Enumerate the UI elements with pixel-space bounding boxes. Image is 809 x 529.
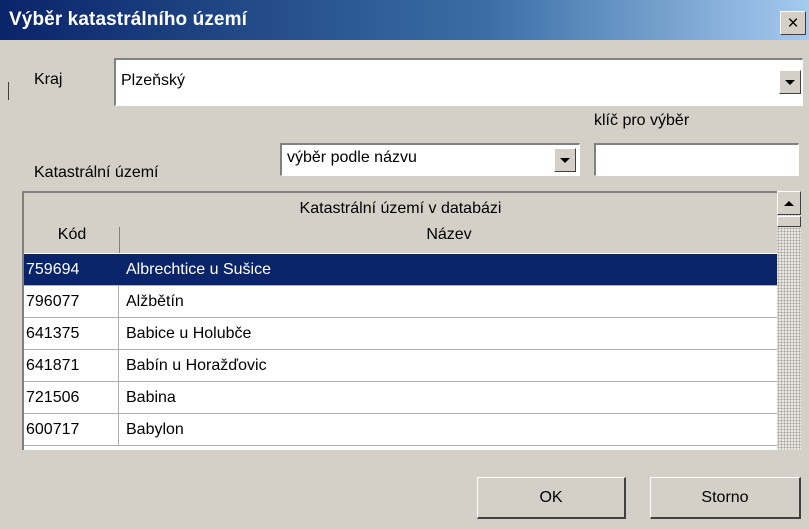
table-row[interactable]: 759694 Albrechtice u Sušice [24, 254, 777, 286]
title-bar: Výběr katastrálního území × [0, 0, 809, 40]
chevron-down-icon [785, 79, 795, 85]
cell-kod: 641375 [26, 325, 80, 342]
table-row[interactable]: 641375 Babice u Holubče [24, 318, 777, 350]
table-row[interactable]: 796077 Alžbětín [24, 286, 777, 318]
cell-nazev: Babylon [126, 421, 184, 438]
cell-divider [118, 350, 119, 381]
close-icon: × [787, 12, 799, 34]
cell-nazev: Babice u Holubče [126, 325, 252, 342]
grid-rows: 759694 Albrechtice u Sušice 796077 Alžbě… [24, 254, 777, 446]
filter-mode-dropdown-button[interactable] [554, 148, 576, 172]
kraj-combobox[interactable]: Plzeňský [114, 58, 803, 106]
cell-nazev: Babina [126, 389, 176, 406]
filter-mode-combobox[interactable]: výběr podle názvu [280, 143, 580, 176]
cell-kod: 759694 [26, 261, 80, 278]
cell-nazev: Alžbětín [126, 293, 184, 310]
cell-kod: 721506 [26, 389, 80, 406]
kraj-label: Kraj [34, 71, 63, 88]
grid-header: Katastrální území v databázi Kód Název [24, 193, 777, 253]
key-label: klíč pro výběr [594, 112, 690, 129]
cell-divider [118, 286, 119, 317]
grid-title: Katastrální území v databázi [299, 200, 502, 217]
kraj-dropdown-button[interactable] [779, 70, 801, 94]
column-divider[interactable] [119, 227, 120, 253]
katastralni-uzemi-label: Katastrální území [34, 164, 159, 181]
cell-divider [118, 414, 119, 445]
grid-scrollbar[interactable] [777, 191, 801, 450]
window-title: Výběr katastrálního území [9, 9, 247, 30]
ok-button[interactable]: OK [477, 477, 626, 519]
cell-divider [118, 254, 119, 285]
cell-divider [118, 382, 119, 413]
cell-kod: 600717 [26, 421, 80, 438]
chevron-up-icon [784, 200, 794, 206]
cadastral-grid: Katastrální území v databázi Kód Název 7… [22, 191, 777, 450]
window-edge-mark [8, 82, 9, 100]
filter-mode-value: výběr podle názvu [287, 149, 417, 166]
cell-nazev: Albrechtice u Sušice [126, 261, 271, 278]
scroll-thumb[interactable] [777, 216, 801, 227]
table-row[interactable]: 721506 Babina [24, 382, 777, 414]
key-input[interactable] [594, 143, 799, 176]
chevron-down-icon [560, 157, 570, 163]
table-row[interactable]: 600717 Babylon [24, 414, 777, 446]
cell-kod: 641871 [26, 357, 80, 374]
table-row[interactable]: 641871 Babín u Horažďovic [24, 350, 777, 382]
scroll-up-button[interactable] [777, 191, 801, 215]
column-header-nazev[interactable]: Název [121, 226, 777, 244]
kraj-combobox-value: Plzeňský [121, 72, 186, 89]
close-button[interactable]: × [780, 11, 806, 35]
column-header-kod[interactable]: Kód [24, 226, 120, 244]
cell-divider [118, 318, 119, 349]
cell-nazev: Babín u Horažďovic [126, 357, 267, 374]
cancel-button[interactable]: Storno [650, 477, 801, 519]
cell-kod: 796077 [26, 293, 80, 310]
